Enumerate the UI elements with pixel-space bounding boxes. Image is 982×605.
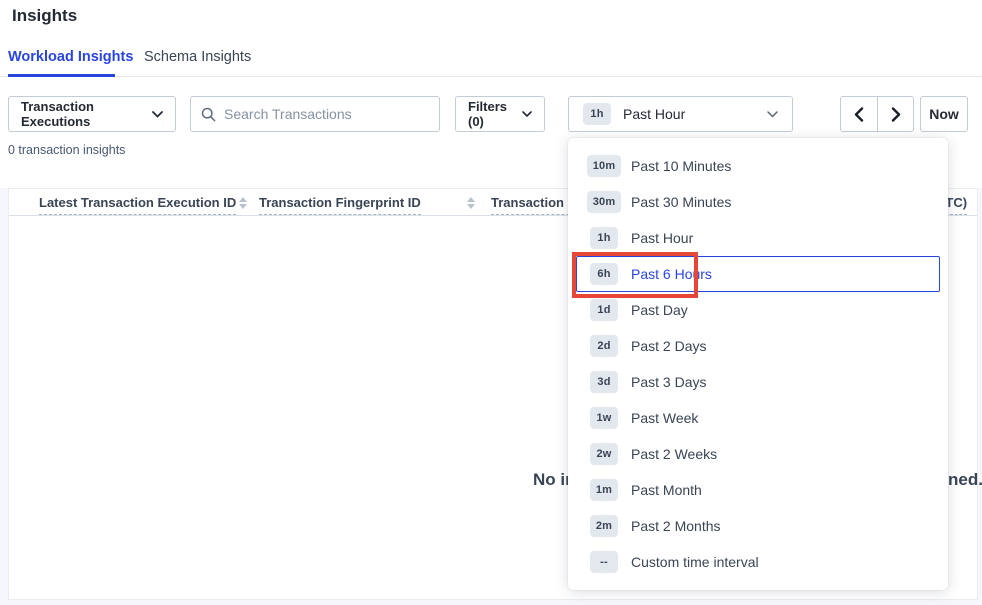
time-range-badge: 1h <box>583 103 611 125</box>
time-option-badge: 30m <box>587 191 621 213</box>
time-option-badge: 1h <box>590 227 618 249</box>
chevron-down-icon <box>767 111 778 118</box>
time-option[interactable]: 2d Past 2 Days <box>576 328 940 364</box>
filters-button[interactable]: Filters (0) <box>455 96 545 132</box>
insights-count: 0 transaction insights <box>8 143 125 157</box>
time-step-buttons <box>840 96 914 132</box>
active-tab-underline <box>8 74 115 77</box>
empty-state-message-tail: ned. <box>948 470 982 490</box>
insights-page: Insights Workload Insights Schema Insigh… <box>0 0 982 605</box>
time-option[interactable]: -- Custom time interval <box>576 544 940 580</box>
now-button[interactable]: Now <box>920 96 968 132</box>
time-option-label: Past Week <box>631 410 698 426</box>
time-option-badge: 6h <box>590 263 618 285</box>
time-option-label: Custom time interval <box>631 554 759 570</box>
time-option[interactable]: 1h Past Hour <box>576 220 940 256</box>
workload-type-label: Transaction Executions <box>21 99 152 129</box>
tab-bar: Workload Insights Schema Insights <box>0 40 982 77</box>
time-option-label: Past Month <box>631 482 702 498</box>
next-time-button[interactable] <box>877 97 913 131</box>
sort-icon[interactable] <box>239 197 247 209</box>
time-option-label: Past 10 Minutes <box>631 158 731 174</box>
time-option-label: Past 6 Hours <box>631 266 712 282</box>
time-option-label: Past 3 Days <box>631 374 706 390</box>
time-option[interactable]: 2w Past 2 Weeks <box>576 436 940 472</box>
search-icon <box>201 107 216 122</box>
search-input[interactable] <box>224 106 424 122</box>
time-option-badge: 2w <box>590 443 618 465</box>
tab-workload-insights[interactable]: Workload Insights <box>8 49 133 65</box>
time-option[interactable]: 3d Past 3 Days <box>576 364 940 400</box>
search-box[interactable] <box>190 96 440 132</box>
time-option-label: Past 2 Weeks <box>631 446 717 462</box>
time-option-badge: -- <box>590 551 618 573</box>
time-option-badge: 2m <box>590 515 618 537</box>
workload-type-select[interactable]: Transaction Executions <box>8 96 176 132</box>
time-option-badge: 1w <box>590 407 618 429</box>
time-option[interactable]: 1d Past Day <box>576 292 940 328</box>
time-option-label: Past Hour <box>631 230 693 246</box>
time-range-selector[interactable]: 1h Past Hour <box>568 96 793 132</box>
column-header-transaction-fingerprint-id[interactable]: Transaction Fingerprint ID <box>259 195 421 215</box>
chevron-down-icon <box>152 111 163 118</box>
time-option[interactable]: 1w Past Week <box>576 400 940 436</box>
time-option-badge: 3d <box>590 371 618 393</box>
chevron-down-icon <box>522 111 532 117</box>
time-range-label: Past Hour <box>623 106 767 122</box>
time-range-dropdown: 10m Past 10 Minutes 30m Past 30 Minutes … <box>568 138 948 590</box>
page-title: Insights <box>12 6 77 26</box>
time-option-label: Past 30 Minutes <box>631 194 731 210</box>
filters-label: Filters (0) <box>468 99 522 129</box>
time-option-label: Past 2 Months <box>631 518 721 534</box>
time-option-badge: 1d <box>590 299 618 321</box>
tab-schema-insights[interactable]: Schema Insights <box>144 49 251 65</box>
time-option[interactable]: 2m Past 2 Months <box>576 508 940 544</box>
time-option-label: Past 2 Days <box>631 338 706 354</box>
time-option-badge: 10m <box>587 155 621 177</box>
time-option[interactable]: 1m Past Month <box>576 472 940 508</box>
column-header-latest-transaction-execution-id[interactable]: Latest Transaction Execution ID <box>39 195 236 215</box>
time-option[interactable]: 10m Past 10 Minutes <box>576 148 940 184</box>
sort-icon[interactable] <box>467 197 475 209</box>
time-option-selected[interactable]: 6h Past 6 Hours <box>576 256 940 292</box>
time-option-badge: 2d <box>590 335 618 357</box>
time-option[interactable]: 30m Past 30 Minutes <box>576 184 940 220</box>
time-option-badge: 1m <box>590 479 618 501</box>
previous-time-button[interactable] <box>841 97 877 131</box>
time-option-label: Past Day <box>631 302 688 318</box>
